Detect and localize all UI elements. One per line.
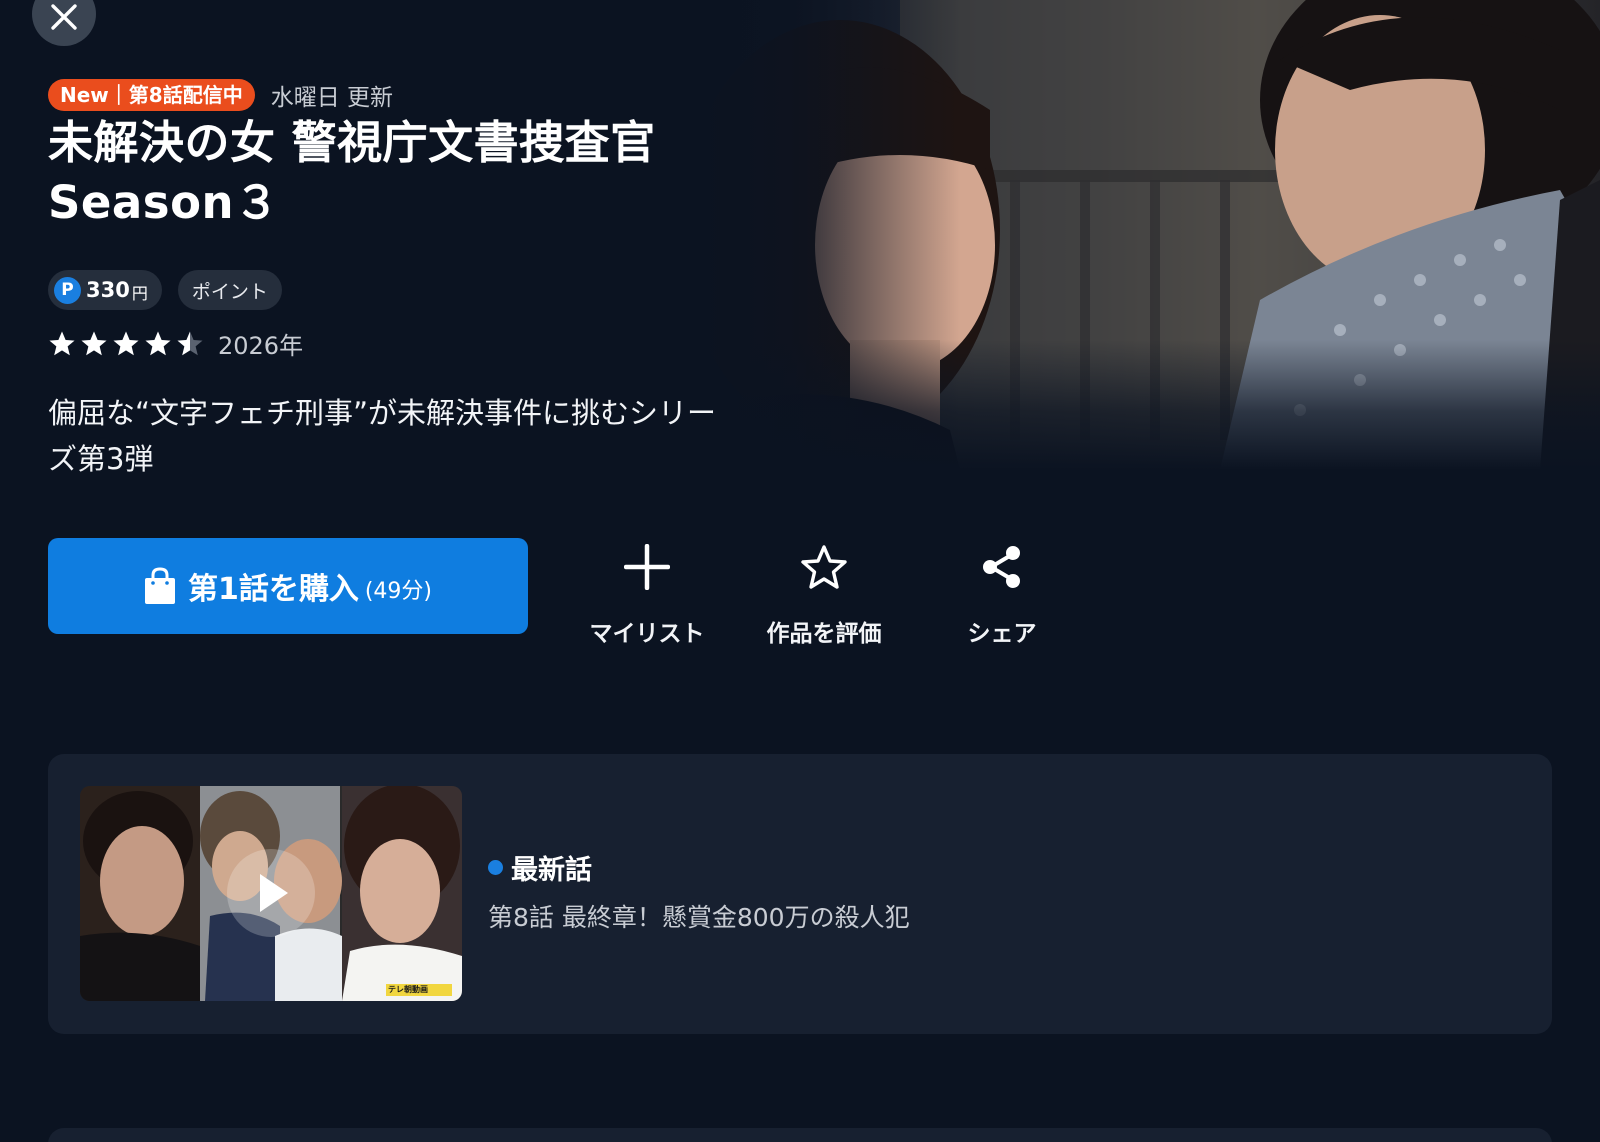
price-value: 330 — [86, 278, 130, 302]
thumbnail-watermark: テレ朝動画 — [388, 985, 428, 994]
price-row: P 330 円 ポイント — [48, 270, 282, 310]
star-full-icon — [81, 331, 107, 355]
rate-label: 作品を評価 — [766, 621, 882, 647]
latest-episode-title: 第8話 最終章！懸賞金800万の殺人犯 — [488, 903, 910, 932]
badge-row: New｜第8話配信中 水曜日 更新 — [48, 78, 393, 112]
play-icon — [227, 849, 315, 937]
price-unit: 円 — [131, 284, 148, 303]
payment-method-label: ポイント — [191, 280, 268, 303]
episode-duration: (49分) — [364, 579, 433, 604]
shopping-bag-icon — [144, 567, 175, 604]
rate-title-button[interactable]: 作品を評価 — [749, 538, 899, 648]
payment-method-pill: ポイント — [177, 270, 282, 310]
latest-episode-label: 最新話 — [511, 855, 592, 886]
hero-image — [700, 0, 1600, 470]
mylist-button[interactable]: マイリスト — [572, 538, 722, 648]
star-full-icon — [113, 331, 139, 355]
new-dot-icon — [488, 860, 503, 875]
title-detail-page: New｜第8話配信中 水曜日 更新 未解決の女 警視庁文書捜査官 Season３… — [0, 0, 1600, 1142]
mylist-label: マイリスト — [589, 621, 705, 647]
update-day: 水曜日 更新 — [270, 85, 394, 111]
star-rating — [48, 330, 204, 358]
star-outline-icon — [801, 545, 847, 589]
page-title: 未解決の女 警視庁文書捜査官 Season３ — [48, 116, 656, 229]
episode-thumbnail[interactable]: テレ朝動画 — [80, 786, 462, 1001]
star-half-icon — [177, 331, 203, 355]
price-pill: P 330 円 — [48, 270, 162, 310]
buy-button-label: 第1話を購入 — [187, 572, 359, 607]
plus-icon — [624, 544, 670, 590]
close-icon — [51, 4, 77, 30]
point-icon: P — [54, 276, 81, 304]
tagline: 偏屈な“文字フェチ刑事”が未解決事件に挑むシリーズ第3弾 — [48, 396, 717, 476]
share-label: シェア — [967, 621, 1037, 647]
star-full-icon — [145, 331, 171, 355]
latest-episode-card[interactable]: テレ朝動画 最新話 第8話 最終章！懸賞金800万の殺人犯 — [48, 754, 1552, 1034]
new-episode-badge: New｜第8話配信中 — [48, 79, 255, 111]
next-section-card — [48, 1128, 1552, 1142]
rating-row: 2026年 — [48, 326, 303, 361]
latest-label-row: 最新話 — [488, 848, 592, 887]
star-full-icon — [49, 331, 75, 355]
buy-episode-button[interactable]: 第1話を購入 (49分) — [48, 538, 528, 634]
close-button[interactable] — [32, 0, 96, 46]
share-button[interactable]: シェア — [927, 538, 1077, 648]
release-year: 2026年 — [218, 332, 304, 360]
share-icon — [983, 546, 1020, 588]
